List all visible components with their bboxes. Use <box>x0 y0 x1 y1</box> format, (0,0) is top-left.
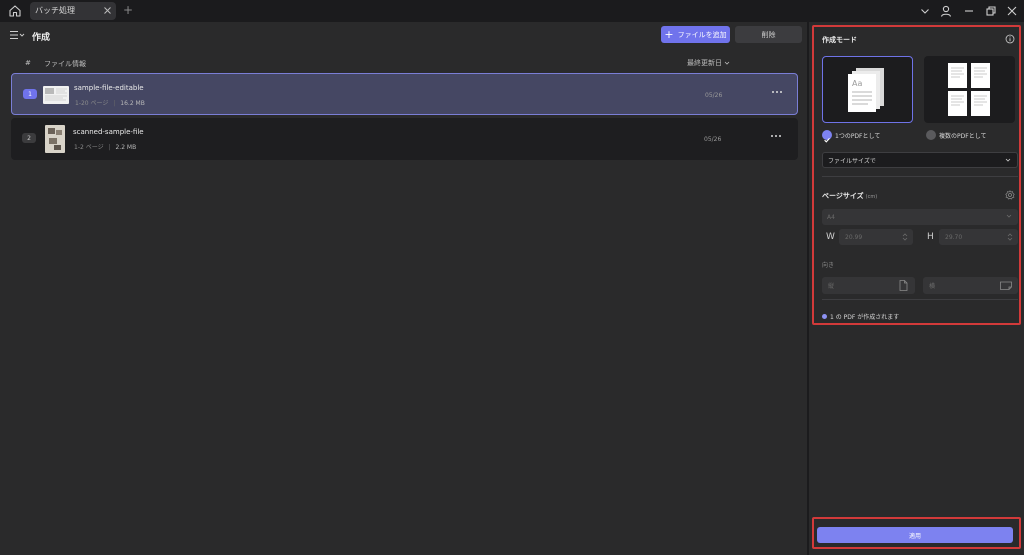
file-meta: 1-20 ページ | 16.2 MB <box>75 100 145 107</box>
tab-batch-process[interactable]: バッチ処理 <box>30 2 116 20</box>
radio-single-pdf[interactable] <box>822 130 832 143</box>
portrait-label: 縦 <box>828 283 835 290</box>
add-file-label: ファイルを追加 <box>677 30 727 39</box>
radio-single-label: 1つのPDFとして <box>835 133 881 140</box>
divider <box>822 299 1018 300</box>
table-row[interactable]: 2 scanned-sample-file 1-2 ページ | 2.2 MB 0… <box>11 118 798 160</box>
page-title: 作成 <box>32 33 51 43</box>
radio-multiple-pdf[interactable] <box>926 130 936 140</box>
delete-button[interactable]: 削除 <box>735 26 802 43</box>
check-icon <box>824 138 830 143</box>
orientation-label: 向き <box>822 262 835 269</box>
orientation-portrait[interactable]: 縦 <box>822 277 915 294</box>
radio-multiple-label: 複数のPDFとして <box>939 133 987 140</box>
column-last-updated[interactable]: 最終更新日 <box>687 58 730 68</box>
sort-chevron-icon <box>724 61 730 65</box>
close-window-icon[interactable] <box>1005 4 1019 18</box>
single-pdf-illustration: Aa <box>848 68 884 112</box>
file-meta: 1-2 ページ | 2.2 MB <box>74 144 137 151</box>
width-value: 20.99 <box>845 233 863 241</box>
column-last-updated-label: 最終更新日 <box>687 59 722 67</box>
file-date: 05/26 <box>704 136 722 143</box>
table-row[interactable]: 1 sample-file-editable 1-20 ページ | 16.2 M… <box>11 73 798 115</box>
list-menu-icon[interactable] <box>9 30 25 40</box>
status-dot <box>822 314 827 319</box>
height-letter: H <box>927 232 934 242</box>
home-icon[interactable] <box>8 4 22 18</box>
close-icon[interactable] <box>103 6 112 15</box>
info-icon[interactable] <box>1005 34 1015 44</box>
orientation-landscape[interactable]: 横 <box>923 277 1018 294</box>
restore-icon[interactable] <box>984 4 998 18</box>
file-size: 16.2 MB <box>120 100 145 107</box>
apply-button[interactable]: 適用 <box>817 527 1013 543</box>
stepper-icon[interactable] <box>1007 232 1013 242</box>
page-range: 1-20 ページ <box>75 100 109 107</box>
multiple-pdf-illustration <box>948 63 990 116</box>
landscape-icon <box>1000 281 1012 290</box>
chevron-down-icon <box>1005 158 1011 162</box>
result-summary: 1 の PDF が作成されます <box>830 314 900 321</box>
chevron-down-icon[interactable] <box>918 4 932 18</box>
gear-icon[interactable] <box>1005 190 1015 200</box>
account-icon[interactable] <box>939 4 953 18</box>
row-index: 2 <box>22 133 36 143</box>
height-value: 29.70 <box>945 233 963 241</box>
file-thumbnail <box>43 86 69 104</box>
file-name: scanned-sample-file <box>73 128 144 136</box>
highlight-frame: 作成モード Aa 1つのPDFとして 複数のPDFとして ファイルサイズで ペー… <box>812 25 1021 325</box>
tab-label: バッチ処理 <box>35 6 75 15</box>
width-letter: W <box>826 232 835 242</box>
merge-mode-value: ファイルサイズで <box>828 157 876 165</box>
plus-icon: + <box>664 27 674 41</box>
width-field[interactable]: 20.99 <box>839 229 913 245</box>
merge-mode-select[interactable]: ファイルサイズで <box>822 152 1018 168</box>
height-field[interactable]: 29.70 <box>939 229 1018 245</box>
page-size-title: ページサイズ (cm) <box>822 191 877 201</box>
page-range: 1-2 ページ <box>74 144 104 151</box>
paper-size-value: A4 <box>827 213 835 221</box>
paper-size-select[interactable]: A4 <box>822 209 1018 225</box>
column-file-info: ファイル情報 <box>44 60 86 68</box>
minimize-icon[interactable] <box>962 4 976 18</box>
add-file-button[interactable]: + ファイルを追加 <box>661 26 730 43</box>
file-size: 2.2 MB <box>115 144 137 151</box>
file-date: 05/26 <box>705 92 723 99</box>
row-index: 1 <box>23 89 37 99</box>
svg-text:Aa: Aa <box>852 79 862 88</box>
file-thumbnail <box>45 125 65 153</box>
add-tab-button[interactable]: + <box>123 4 133 16</box>
divider <box>822 176 1018 177</box>
mode-card-single[interactable]: Aa <box>822 56 913 123</box>
settings-panel: 作成モード Aa 1つのPDFとして 複数のPDFとして ファイルサイズで ペー… <box>809 22 1024 555</box>
page-size-label: ページサイズ <box>822 192 864 200</box>
file-list-area: 作成 + ファイルを追加 削除 # ファイル情報 最終更新日 1 sample-… <box>0 22 807 555</box>
portrait-icon <box>899 280 908 291</box>
page-size-unit: (cm) <box>865 194 878 200</box>
more-options-icon[interactable] <box>769 132 783 140</box>
landscape-label: 横 <box>929 283 936 290</box>
more-options-icon[interactable] <box>770 88 784 96</box>
column-number: # <box>25 59 31 67</box>
chevron-down-icon <box>1006 214 1012 218</box>
create-mode-title: 作成モード <box>822 36 857 44</box>
stepper-icon[interactable] <box>902 232 908 242</box>
file-name: sample-file-editable <box>74 84 144 92</box>
title-bar: バッチ処理 + <box>0 0 1024 22</box>
mode-card-multiple[interactable] <box>924 56 1015 123</box>
